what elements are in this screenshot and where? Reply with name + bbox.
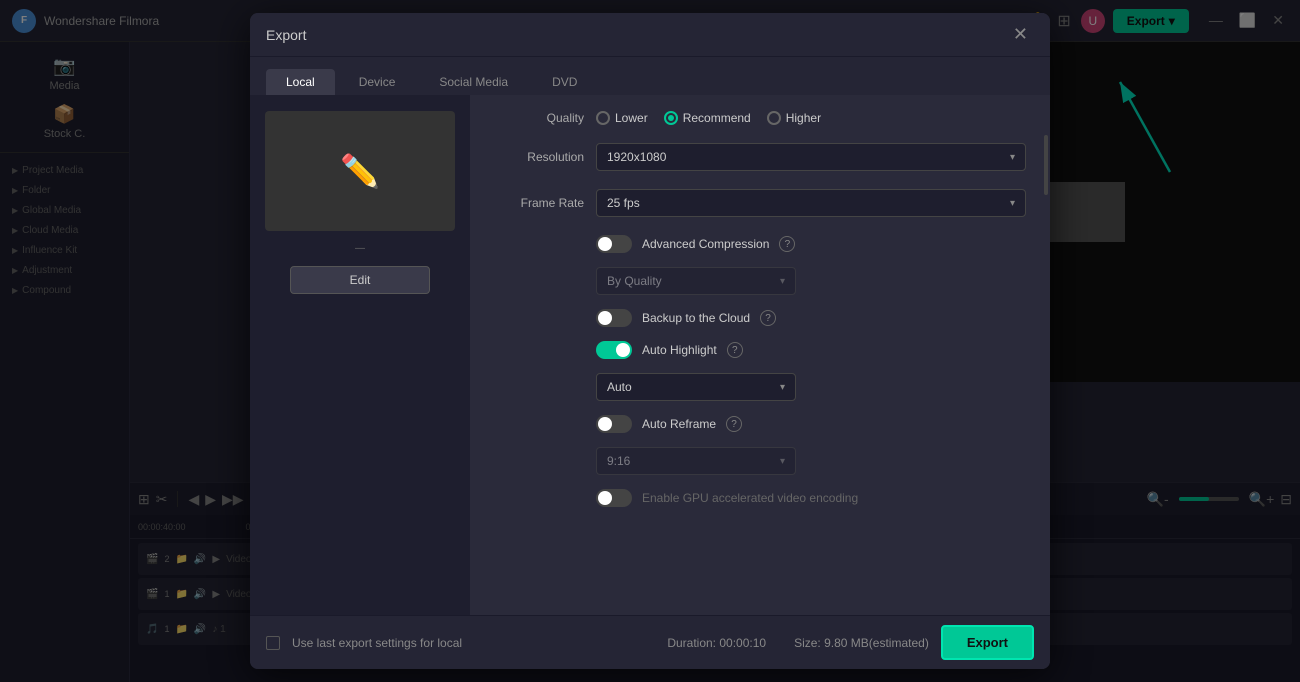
- thumbnail-container: ✏️: [265, 111, 455, 231]
- auto-highlight-row: Auto Highlight ?: [494, 341, 1026, 359]
- tab-social-media[interactable]: Social Media: [419, 69, 528, 95]
- frame-rate-value: 25 fps: [607, 196, 640, 210]
- dialog-settings-panel: Quality Lower Recommend: [470, 95, 1050, 615]
- advanced-compression-row: Advanced Compression ?: [494, 235, 1026, 253]
- auto-highlight-mode-dropdown[interactable]: Auto ▾: [596, 373, 796, 401]
- by-quality-chevron: ▾: [780, 276, 785, 287]
- quality-lower-label: Lower: [615, 111, 648, 125]
- by-quality-dropdown[interactable]: By Quality ▾: [596, 267, 796, 295]
- dialog-overlay: Export ✕ Local Device Social Media DVD ✏…: [0, 0, 1300, 682]
- backup-cloud-toggle[interactable]: [596, 309, 632, 327]
- thumbnail-icon: ✏️: [340, 152, 380, 190]
- frame-rate-label: Frame Rate: [494, 196, 584, 210]
- quality-recommend[interactable]: Recommend: [664, 111, 751, 125]
- dialog-close-button[interactable]: ✕: [1007, 22, 1034, 47]
- tab-dvd[interactable]: DVD: [532, 69, 597, 95]
- backup-cloud-info[interactable]: ?: [760, 310, 776, 326]
- by-quality-sub-dropdown: By Quality ▾: [596, 267, 1026, 295]
- duration-info: Duration: 00:00:10: [667, 636, 766, 650]
- gpu-encoding-toggle[interactable]: [596, 489, 632, 507]
- auto-highlight-toggle[interactable]: [596, 341, 632, 359]
- auto-reframe-ratio-dropdown[interactable]: 9:16 ▾: [596, 447, 796, 475]
- export-dialog: Export ✕ Local Device Social Media DVD ✏…: [250, 13, 1050, 669]
- resolution-label: Resolution: [494, 150, 584, 164]
- app-background: F Wondershare Filmora 🔔 ⊞ U Export ▾ — ⬜…: [0, 0, 1300, 682]
- quality-higher[interactable]: Higher: [767, 111, 821, 125]
- by-quality-value: By Quality: [607, 274, 662, 288]
- dialog-left-panel: ✏️ — Edit: [250, 95, 470, 615]
- frame-rate-chevron: ▾: [1010, 198, 1015, 209]
- dialog-titlebar: Export ✕: [250, 13, 1050, 57]
- resolution-setting-row: Resolution 1920x1080 ▾: [494, 143, 1026, 171]
- quality-recommend-label: Recommend: [683, 111, 751, 125]
- auto-reframe-ratio-container: 9:16 ▾: [596, 447, 1026, 475]
- dialog-body: ✏️ — Edit Quality Lower: [250, 95, 1050, 615]
- auto-reframe-toggle[interactable]: [596, 415, 632, 433]
- size-info: Size: 9.80 MB(estimated): [794, 636, 929, 650]
- resolution-dropdown[interactable]: 1920x1080 ▾: [596, 143, 1026, 171]
- auto-highlight-info[interactable]: ?: [727, 342, 743, 358]
- quality-higher-radio[interactable]: [767, 111, 781, 125]
- quality-lower[interactable]: Lower: [596, 111, 648, 125]
- thumbnail-label: —: [355, 243, 365, 254]
- auto-highlight-mode-value: Auto: [607, 380, 632, 394]
- resolution-chevron: ▾: [1010, 152, 1015, 163]
- auto-reframe-ratio-value: 9:16: [607, 454, 630, 468]
- quality-higher-label: Higher: [786, 111, 821, 125]
- quality-lower-radio[interactable]: [596, 111, 610, 125]
- tab-local[interactable]: Local: [266, 69, 335, 95]
- frame-rate-setting-row: Frame Rate 25 fps ▾: [494, 189, 1026, 217]
- last-settings-checkbox[interactable]: [266, 636, 280, 650]
- auto-highlight-mode-dropdown-container: Auto ▾: [596, 373, 1026, 401]
- frame-rate-dropdown[interactable]: 25 fps ▾: [596, 189, 1026, 217]
- dialog-footer: Use last export settings for local Durat…: [250, 615, 1050, 669]
- advanced-compression-toggle[interactable]: [596, 235, 632, 253]
- last-settings-label: Use last export settings for local: [292, 636, 462, 650]
- backup-cloud-label: Backup to the Cloud: [642, 311, 750, 325]
- auto-reframe-info[interactable]: ?: [726, 416, 742, 432]
- advanced-compression-info[interactable]: ?: [779, 236, 795, 252]
- auto-reframe-row: Auto Reframe ?: [494, 415, 1026, 433]
- auto-reframe-label: Auto Reframe: [642, 417, 716, 431]
- advanced-compression-label: Advanced Compression: [642, 237, 769, 251]
- quality-setting-row: Quality Lower Recommend: [494, 111, 1026, 125]
- auto-highlight-mode-chevron: ▾: [780, 382, 785, 393]
- auto-highlight-label: Auto Highlight: [642, 343, 717, 357]
- export-final-button[interactable]: Export: [941, 625, 1034, 660]
- auto-reframe-ratio-chevron: ▾: [780, 456, 785, 467]
- quality-label: Quality: [494, 111, 584, 125]
- gpu-encoding-row: Enable GPU accelerated video encoding: [494, 489, 1026, 507]
- gpu-encoding-label: Enable GPU accelerated video encoding: [642, 491, 858, 505]
- tab-device[interactable]: Device: [339, 69, 416, 95]
- dialog-title: Export: [266, 27, 306, 43]
- resolution-value: 1920x1080: [607, 150, 666, 164]
- backup-cloud-row: Backup to the Cloud ?: [494, 309, 1026, 327]
- dialog-tabs: Local Device Social Media DVD: [250, 57, 1050, 95]
- quality-recommend-radio[interactable]: [664, 111, 678, 125]
- edit-button[interactable]: Edit: [290, 266, 430, 294]
- quality-radio-group: Lower Recommend Higher: [596, 111, 1026, 125]
- scroll-thumb[interactable]: [1044, 135, 1048, 195]
